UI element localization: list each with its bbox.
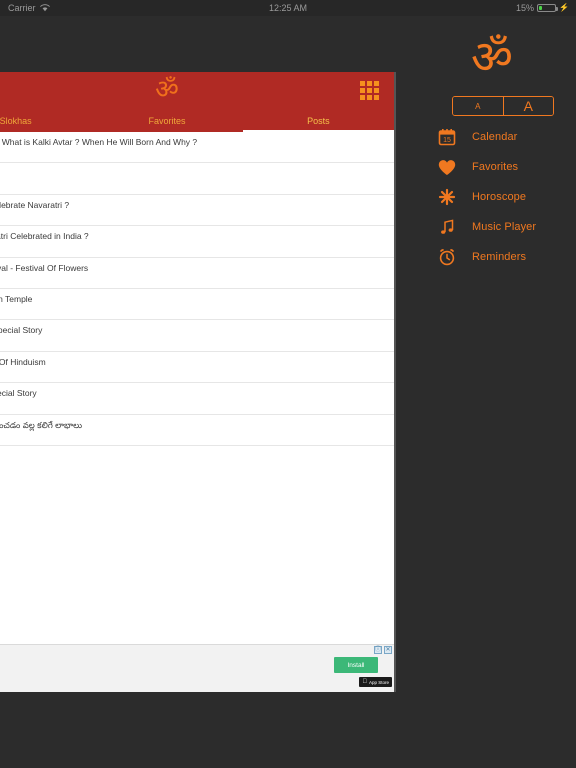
tab-label: Favorites: [148, 116, 186, 126]
alarm-clock-icon: [436, 246, 458, 268]
app-store-badge[interactable]:  App Store: [359, 677, 392, 687]
list-item[interactable]: Know About What is Kalki Avtar ? When He…: [0, 132, 394, 164]
sidebar-item-label: Calendar: [472, 131, 518, 143]
post-list[interactable]: Know About What is Kalki Avtar ? When He…: [0, 132, 394, 692]
sidebar-item-label: Reminders: [472, 251, 527, 263]
font-size-switch[interactable]: A A: [452, 96, 554, 116]
sidebar-item-horoscope[interactable]: Horoscope: [408, 182, 576, 212]
sidebar-item-label: Music Player: [472, 221, 537, 233]
tab-slokhas[interactable]: Slokhas: [0, 110, 91, 132]
list-item[interactable]: How Navaratri Celebrated in India ? 10/1…: [0, 226, 394, 258]
list-item[interactable]: శివుడిని పూజించడం వల్ల కలిగే లాభాలు 02/1…: [0, 414, 394, 446]
window-edge: [394, 72, 396, 692]
list-item[interactable]: Tirumala Om Temple 03/28/2016: [0, 288, 394, 321]
screen: Carrier 12:25 AM 15% ⚡ ॐ A A 15 Calendar…: [0, 0, 576, 768]
panel-brand: ॐ: [408, 32, 576, 82]
post-title: Shivaratri Special Story: [0, 325, 43, 336]
heart-icon: [436, 156, 458, 178]
post-title: How Navaratri Celebrated in India ?: [0, 231, 89, 242]
post-title: Importance Of Hinduism: [0, 356, 46, 367]
list-item[interactable]: Durga Story 10/11/2016: [0, 163, 394, 195]
battery-icon: [537, 4, 559, 12]
app-store-label: App Store: [368, 679, 389, 685]
ad-controls: ⓘ ✕: [374, 646, 392, 654]
font-size-large-button[interactable]: A: [502, 97, 553, 115]
list-item[interactable]: Ekadasi Special Story 02/19/2016: [0, 383, 394, 415]
list-item[interactable]: Ugadi Festival - Festival Of Flowers 04/…: [0, 257, 394, 289]
sidebar-item-calendar[interactable]: 15 Calendar: [408, 122, 576, 152]
music-note-icon: [436, 216, 458, 238]
ad-install-button[interactable]: Install: [334, 657, 378, 673]
battery-percent-label: 15%: [516, 3, 535, 13]
app-window: ॐ Slokhas Favorites Posts Know About Wha…: [0, 72, 394, 692]
tab-favorites[interactable]: Favorites: [91, 110, 242, 132]
om-icon: ॐ: [155, 75, 179, 105]
tab-posts[interactable]: Posts: [242, 110, 394, 132]
ad-close-icon[interactable]: ✕: [384, 646, 392, 654]
tab-label: Slokhas: [0, 116, 32, 126]
panel-menu: 15 Calendar Favorites Horoscope Music Pl…: [408, 122, 576, 272]
sidebar-item-reminders[interactable]: Reminders: [408, 242, 576, 272]
list-item[interactable]: Why We Celebrate Navaratri ? 10/10/2016: [0, 194, 394, 227]
app-header: ॐ Slokhas Favorites Posts: [0, 72, 394, 132]
font-size-small-label: A: [475, 101, 481, 111]
post-title: Ekadasi Special Story: [0, 388, 37, 399]
list-item[interactable]: Importance Of Hinduism 03/03/2016: [0, 351, 394, 384]
post-title: Know About What is Kalki Avtar ? When He…: [0, 137, 198, 147]
sidebar-item-music-player[interactable]: Music Player: [408, 212, 576, 242]
status-bar-clock: 12:25 AM: [268, 3, 308, 13]
tab-bar: Slokhas Favorites Posts: [0, 110, 394, 132]
list-empty-area: [0, 445, 394, 606]
svg-text:15: 15: [443, 137, 451, 144]
apple-icon: : [362, 679, 367, 685]
list-item[interactable]: Shivaratri Special Story 03/07/2016: [0, 320, 394, 352]
tab-label: Posts: [307, 116, 330, 126]
font-size-large-label: A: [523, 98, 533, 114]
grid-menu-icon[interactable]: [360, 81, 380, 101]
post-title: శివుడిని పూజించడం వల్ల కలిగే లాభాలు: [0, 419, 83, 430]
status-bar-right: 15% ⚡: [516, 0, 569, 16]
sidebar-item-label: Horoscope: [472, 191, 527, 203]
calendar-icon: 15: [436, 126, 458, 148]
post-title: Why We Celebrate Navaratri ?: [0, 199, 70, 210]
status-bar: Carrier 12:25 AM 15% ⚡: [0, 0, 576, 16]
om-icon: ॐ: [471, 30, 513, 84]
ad-info-icon[interactable]: ⓘ: [374, 646, 382, 654]
post-title: Tirumala Om Temple: [0, 293, 33, 304]
font-size-small-button[interactable]: A: [453, 97, 503, 115]
lightning-bolt-icon: ⚡: [559, 3, 569, 12]
sidebar-item-label: Favorites: [472, 161, 519, 173]
zodiac-icon: [436, 186, 458, 208]
ad-banner[interactable]: ⓘ ✕ CoK Games · (226,015) Install  App …: [0, 644, 394, 692]
post-title: Ugadi Festival - Festival Of Flowers: [0, 262, 89, 273]
sidebar-item-favorites[interactable]: Favorites: [408, 152, 576, 182]
side-panel: ॐ A A 15 Calendar Favorites Horoscope Mu…: [408, 16, 576, 768]
